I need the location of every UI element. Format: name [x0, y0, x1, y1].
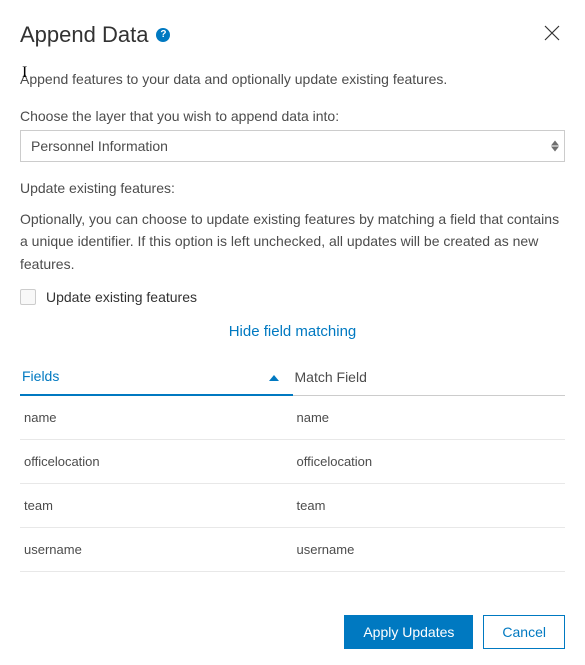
- column-header-fields-label: Fields: [22, 368, 59, 384]
- field-cell: officelocation: [20, 440, 293, 483]
- dialog-title: Append Data: [20, 22, 148, 48]
- help-icon[interactable]: ?: [156, 28, 170, 42]
- layer-select[interactable]: Personnel Information: [20, 130, 565, 162]
- dialog-description: Append features to your data and optiona…: [20, 69, 565, 90]
- dialog-footer: Apply Updates Cancel: [344, 615, 565, 649]
- table-row: team team: [20, 484, 565, 528]
- sort-ascending-icon: [269, 368, 279, 384]
- table-row: name name: [20, 396, 565, 440]
- update-existing-label[interactable]: Update existing features: [46, 289, 197, 305]
- field-cell: team: [20, 484, 293, 527]
- match-cell: officelocation: [293, 440, 566, 483]
- close-icon[interactable]: [539, 20, 565, 49]
- cancel-button[interactable]: Cancel: [483, 615, 565, 649]
- table-body: name name officelocation officelocation …: [20, 396, 565, 572]
- field-matching-toggle[interactable]: Hide field matching: [229, 323, 357, 340]
- column-header-fields[interactable]: Fields: [20, 358, 293, 396]
- update-help-text: Optionally, you can choose to update exi…: [20, 208, 565, 275]
- dialog-header: Append Data ?: [20, 20, 565, 49]
- table-header: Fields Match Field: [20, 358, 565, 396]
- header-left: Append Data ?: [20, 22, 170, 48]
- layer-select-label: Choose the layer that you wish to append…: [20, 108, 565, 124]
- apply-updates-button[interactable]: Apply Updates: [344, 615, 473, 649]
- update-existing-checkbox[interactable]: [20, 289, 36, 305]
- update-section-heading: Update existing features:: [20, 180, 565, 196]
- field-cell: name: [20, 396, 293, 439]
- update-checkbox-row: Update existing features: [20, 289, 565, 305]
- match-cell: team: [293, 484, 566, 527]
- field-cell: username: [20, 528, 293, 571]
- table-row: username username: [20, 528, 565, 572]
- column-header-match-label: Match Field: [295, 369, 367, 385]
- layer-select-value: Personnel Information: [31, 138, 168, 154]
- layer-select-wrapper: Personnel Information: [20, 130, 565, 162]
- match-cell: name: [293, 396, 566, 439]
- column-header-match[interactable]: Match Field: [293, 358, 566, 395]
- field-matching-toggle-wrapper: Hide field matching: [20, 323, 565, 340]
- field-matching-table: Fields Match Field name name officelocat…: [20, 358, 565, 572]
- match-cell: username: [293, 528, 566, 571]
- table-row: officelocation officelocation: [20, 440, 565, 484]
